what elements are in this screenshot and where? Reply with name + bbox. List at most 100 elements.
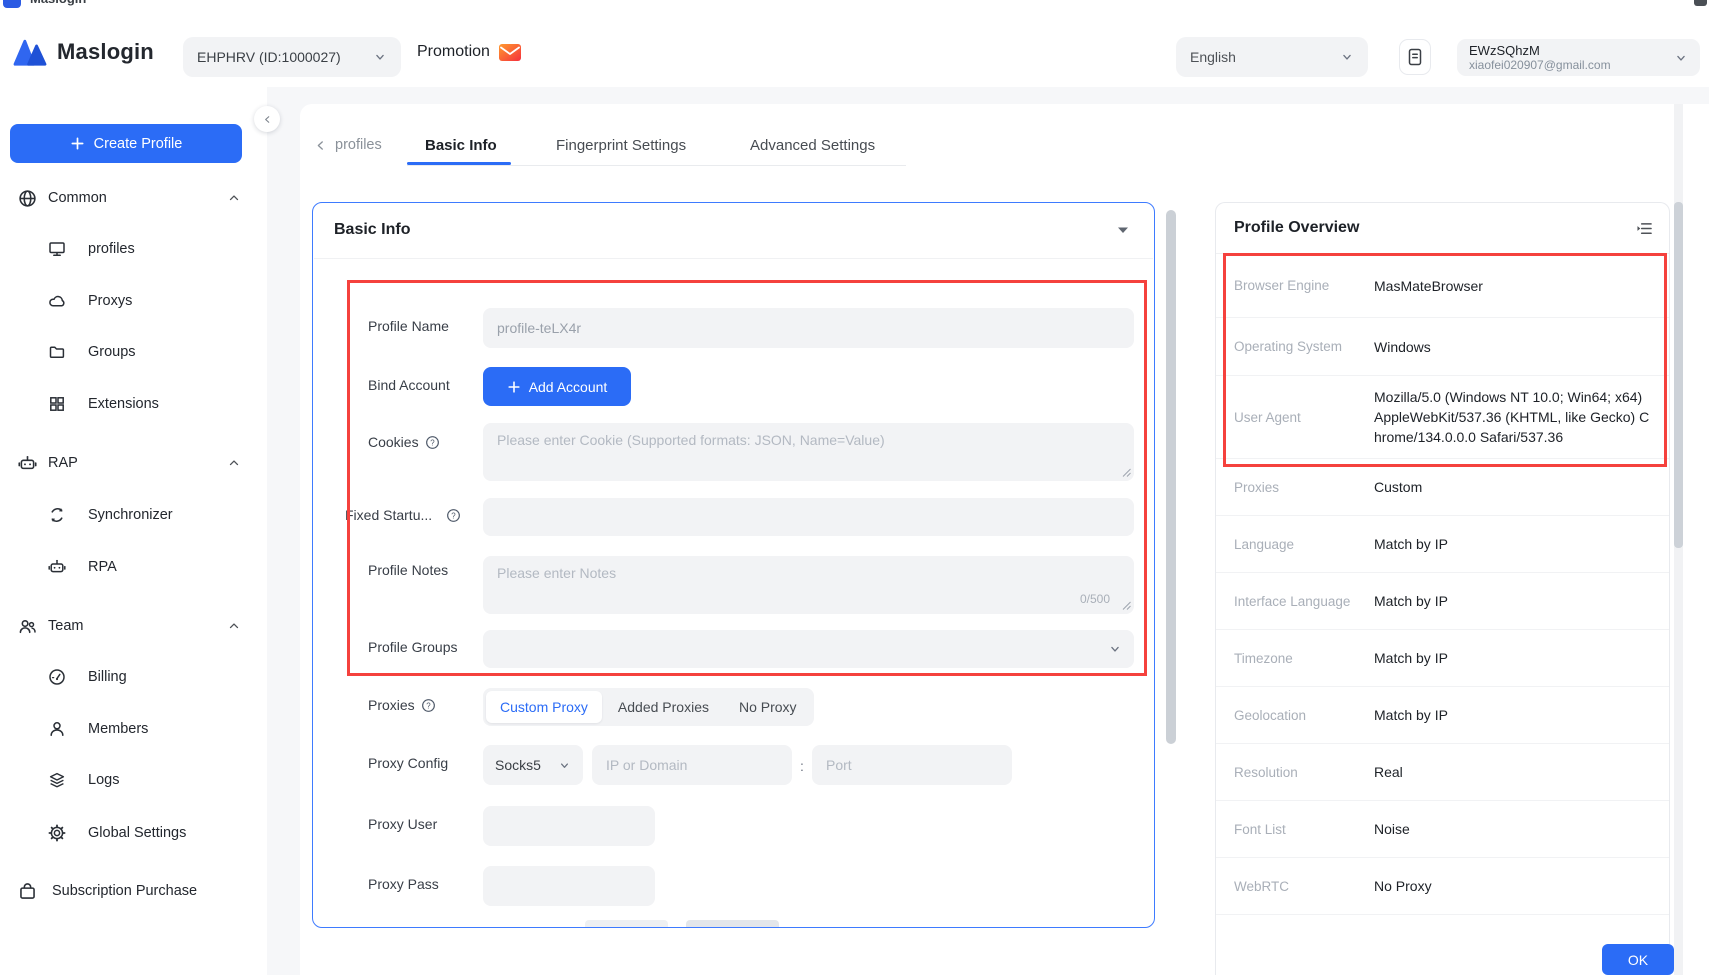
fixed-startup-label: Fixed Startu... ?: [345, 507, 461, 523]
sidebar-item-subscription-purchase[interactable]: Subscription Purchase: [0, 871, 267, 911]
sidebar-item-label: Logs: [88, 772, 119, 788]
page-scrollbar-thumb[interactable]: [1674, 202, 1683, 548]
profile-name-label: Profile Name: [368, 318, 449, 334]
svg-text:?: ?: [430, 438, 435, 447]
panel-options-icon[interactable]: [1636, 221, 1653, 236]
workspace-switcher[interactable]: EHPHRV (ID:1000027): [183, 37, 401, 77]
tab-fingerprint-settings[interactable]: Fingerprint Settings: [556, 131, 686, 159]
chevron-down-icon: [558, 759, 571, 772]
basic-info-panel-header[interactable]: Basic Info: [312, 202, 1155, 258]
proxies-segment-custom[interactable]: Custom Proxy: [486, 691, 602, 723]
tab-label: Advanced Settings: [750, 137, 875, 154]
overview-row-label: Interface Language: [1234, 594, 1374, 609]
cutoff-control-fragment: [585, 920, 668, 927]
sidebar-item-rpa[interactable]: RPA: [0, 547, 267, 587]
account-info: EWzSQhzM xiaofei020907@gmail.com: [1469, 43, 1611, 72]
proxy-port-input[interactable]: [812, 745, 1012, 785]
breadcrumb-back[interactable]: profiles: [314, 131, 382, 159]
chevron-down-icon: [1108, 642, 1122, 656]
fixed-startup-input[interactable]: [483, 498, 1134, 536]
cloud-icon: [48, 292, 66, 310]
sidebar-item-logs[interactable]: Logs: [0, 760, 267, 800]
folder-icon: [48, 343, 66, 361]
sidebar-item-extensions[interactable]: Extensions: [0, 384, 267, 424]
sidebar-item-billing[interactable]: Billing: [0, 657, 267, 697]
sidebar-item-label: RPA: [88, 559, 117, 575]
globe-icon: [18, 189, 37, 208]
create-profile-label: Create Profile: [94, 136, 183, 152]
panel-header-divider: [314, 258, 1153, 259]
proxy-protocol-select[interactable]: Socks5: [483, 745, 583, 785]
language-select[interactable]: English: [1176, 37, 1368, 77]
chevron-down-icon: [1674, 51, 1688, 65]
sidebar-item-label: Groups: [88, 344, 136, 360]
profile-name-input[interactable]: [483, 308, 1134, 348]
svg-text:?: ?: [426, 701, 431, 710]
sidebar-section-label: Team: [48, 618, 83, 634]
help-icon[interactable]: ?: [425, 435, 440, 450]
panel-title: Basic Info: [334, 221, 410, 239]
tab-advanced-settings[interactable]: Advanced Settings: [750, 131, 875, 159]
create-profile-button[interactable]: Create Profile: [10, 124, 242, 163]
sidebar-item-label: Extensions: [88, 396, 159, 412]
overview-row-value: Match by IP: [1374, 705, 1651, 725]
overview-row-value: Noise: [1374, 819, 1651, 839]
brand: Maslogin: [12, 37, 154, 67]
plus-icon: [507, 380, 521, 394]
overview-row-font-list: Font List Noise: [1216, 801, 1669, 858]
tab-label: Fingerprint Settings: [556, 137, 686, 154]
account-menu[interactable]: EWzSQhzM xiaofei020907@gmail.com: [1457, 39, 1700, 76]
proxy-separator: :: [800, 758, 804, 774]
overview-row-label: Browser Engine: [1234, 278, 1374, 293]
sidebar-item-proxys[interactable]: Proxys: [0, 281, 267, 321]
overview-row-browser-engine: Browser Engine MasMateBrowser: [1216, 254, 1669, 318]
overview-row-value: Match by IP: [1374, 591, 1651, 611]
docs-button[interactable]: [1399, 39, 1431, 75]
window-title-fragment: Maslogin: [30, 0, 86, 6]
sidebar-item-profiles[interactable]: profiles: [0, 229, 267, 269]
add-account-button[interactable]: Add Account: [483, 367, 631, 406]
sidebar-item-global-settings[interactable]: Global Settings: [0, 813, 267, 853]
sidebar-section-label: Common: [48, 190, 107, 206]
sidebar-item-groups[interactable]: Groups: [0, 332, 267, 372]
sidebar-section-common[interactable]: Common: [0, 178, 267, 218]
proxies-segment-none[interactable]: No Proxy: [725, 691, 811, 723]
panel-scrollbar-thumb[interactable]: [1166, 210, 1176, 744]
tab-basic-info[interactable]: Basic Info: [425, 131, 497, 159]
proxies-segmented-control: Custom Proxy Added Proxies No Proxy: [483, 688, 814, 726]
cookies-textarea[interactable]: [483, 423, 1134, 481]
tabs-divider: [407, 165, 906, 166]
account-name: EWzSQhzM: [1469, 43, 1611, 58]
sidebar-item-label: Subscription Purchase: [52, 883, 197, 899]
proxy-pass-input[interactable]: [483, 866, 655, 906]
monitor-icon: [48, 240, 66, 258]
profile-groups-select[interactable]: [483, 630, 1134, 668]
document-icon: [1406, 47, 1424, 67]
overview-row-language: Language Match by IP: [1216, 516, 1669, 573]
collapse-sidebar-button[interactable]: [254, 106, 280, 132]
help-icon[interactable]: ?: [446, 508, 461, 523]
proxy-user-input[interactable]: [483, 806, 655, 846]
proxy-ip-input[interactable]: [592, 745, 792, 785]
account-email: xiaofei020907@gmail.com: [1469, 58, 1611, 72]
active-tab-underline: [407, 162, 511, 165]
promotion-link[interactable]: Promotion: [417, 43, 521, 61]
overview-row-user-agent: User Agent Mozilla/5.0 (Windows NT 10.0;…: [1216, 376, 1669, 459]
overview-row-webrtc: WebRTC No Proxy: [1216, 858, 1669, 915]
collapse-panel-chevron-icon[interactable]: [1117, 226, 1129, 234]
overview-row-value: Match by IP: [1374, 648, 1651, 668]
sidebar-item-label: Proxys: [88, 293, 132, 309]
proxies-segment-added[interactable]: Added Proxies: [604, 691, 723, 723]
profile-notes-textarea[interactable]: [483, 556, 1134, 614]
bind-account-label: Bind Account: [368, 377, 450, 393]
ok-button[interactable]: OK: [1602, 944, 1674, 975]
sidebar-item-label: Billing: [88, 669, 127, 685]
sidebar-section-rap[interactable]: RAP: [0, 443, 267, 483]
help-icon[interactable]: ?: [421, 698, 436, 713]
sidebar-section-team[interactable]: Team: [0, 606, 267, 646]
sidebar-item-members[interactable]: Members: [0, 709, 267, 749]
brand-name: Maslogin: [57, 39, 154, 65]
sidebar-item-synchronizer[interactable]: Synchronizer: [0, 495, 267, 535]
overview-row-proxies: Proxies Custom: [1216, 459, 1669, 516]
breadcrumb-label: profiles: [335, 137, 382, 153]
